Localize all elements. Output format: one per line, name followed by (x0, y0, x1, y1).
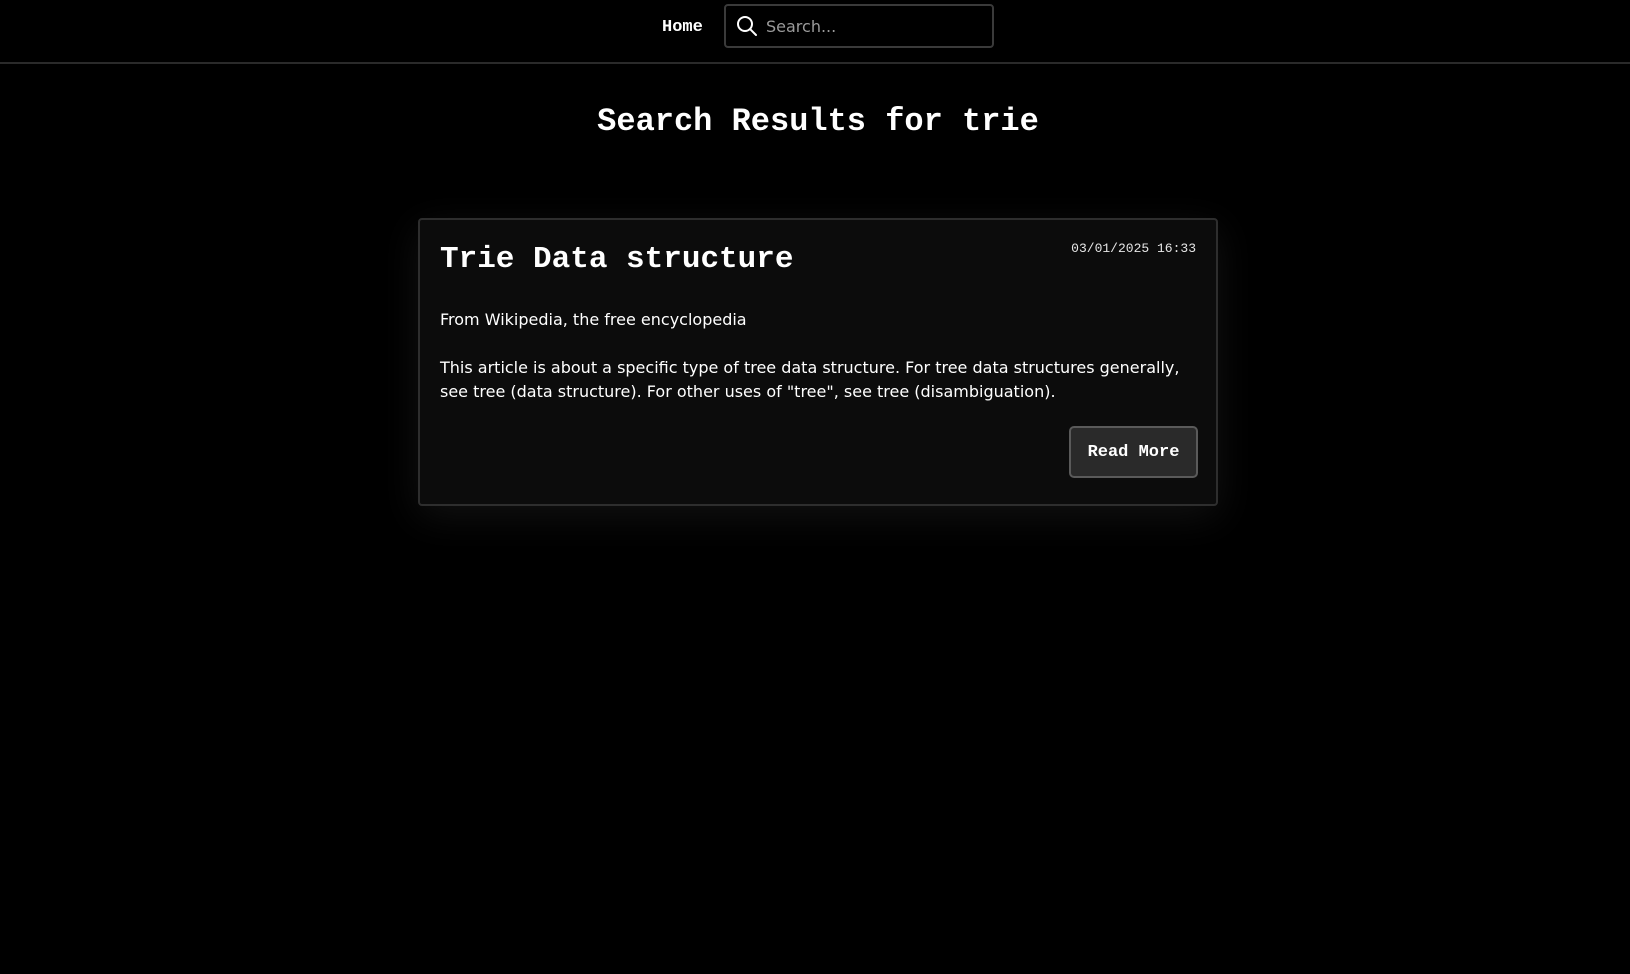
result-source: From Wikipedia, the free encyclopedia (440, 310, 747, 329)
result-title: Trie Data structure (440, 242, 794, 277)
top-navbar: Home (0, 0, 1630, 64)
nav-home-link[interactable]: Home (662, 16, 703, 40)
page-title: Search Results for trie (597, 103, 1039, 140)
read-more-button[interactable]: Read More (1069, 426, 1198, 478)
search-input[interactable] (766, 12, 982, 40)
result-date: 03/01/2025 16:33 (1071, 241, 1196, 256)
search-box[interactable] (724, 4, 994, 48)
search-result-card: Trie Data structure 03/01/2025 16:33 Fro… (418, 218, 1218, 506)
search-icon (735, 14, 759, 38)
result-excerpt: This article is about a specific type of… (440, 358, 1180, 401)
